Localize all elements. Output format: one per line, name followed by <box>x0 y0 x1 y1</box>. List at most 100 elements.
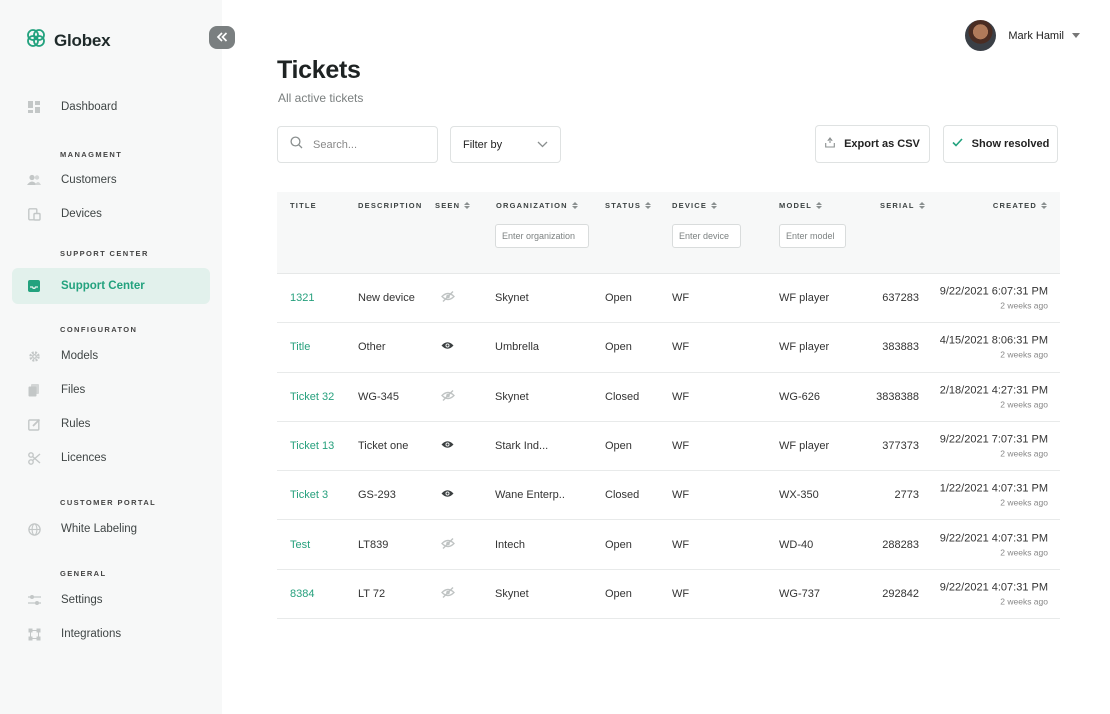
table-row[interactable]: 8384 LT 72 Skynet Open WF WG-737 292842 9/22/20… <box>277 570 1060 620</box>
integrations-icon <box>27 627 41 641</box>
eye-off-icon[interactable] <box>441 389 455 404</box>
ticket-status: Closed <box>605 390 640 403</box>
sidebar-item-label: Rules <box>61 418 91 430</box>
user-menu[interactable]: Mark Hamil <box>965 20 1080 51</box>
eye-off-icon[interactable] <box>441 537 455 552</box>
search-box[interactable] <box>277 126 438 163</box>
ticket-model: WF player <box>779 440 830 453</box>
sidebar-item-support-center[interactable]: Support Center <box>12 268 210 304</box>
ticket-status: Open <box>605 440 632 453</box>
sidebar-item-devices[interactable]: Devices <box>12 197 210 231</box>
column-header-device[interactable]: DEVICE <box>672 201 718 210</box>
brand[interactable]: Globex <box>26 28 111 53</box>
eye-off-icon[interactable] <box>441 291 455 306</box>
ticket-serial: 383883 <box>882 341 919 354</box>
ticket-title-link[interactable]: Title <box>290 341 310 353</box>
ticket-title-link[interactable]: 1321 <box>290 292 314 304</box>
search-icon <box>290 135 303 154</box>
files-icon <box>27 383 41 397</box>
table-header: TITLE DESCRIPTION SEEN ORGANIZATION STAT… <box>277 192 1060 274</box>
column-header-description[interactable]: DESCRIPTION <box>358 201 422 210</box>
collapse-sidebar-button[interactable] <box>209 26 235 49</box>
search-input[interactable] <box>313 138 423 151</box>
ticket-created: 1/22/2021 4:07:31 PM 2 weeks ago <box>940 483 1048 508</box>
sidebar-item-label: Dashboard <box>61 101 118 113</box>
sidebar-item-integrations[interactable]: Integrations <box>12 617 210 651</box>
column-header-organization[interactable]: ORGANIZATION <box>496 201 578 210</box>
ticket-description: GS-293 <box>358 489 396 502</box>
ticket-serial: 288283 <box>882 538 919 551</box>
sidebar-item-label: Customers <box>61 174 117 186</box>
sort-icon <box>918 202 925 209</box>
ticket-status: Open <box>605 538 632 551</box>
ticket-title-link[interactable]: Ticket 3 <box>290 489 328 501</box>
page-title: Tickets <box>277 56 361 84</box>
ticket-model: WG-737 <box>779 587 820 600</box>
ticket-organization: Skynet <box>495 587 529 600</box>
sidebar-item-rules[interactable]: Rules <box>12 407 210 441</box>
device-filter-input[interactable] <box>672 224 741 248</box>
table-row[interactable]: Ticket 13 Ticket one Stark Ind... Open WF WF … <box>277 422 1060 472</box>
column-header-status[interactable]: STATUS <box>605 201 652 210</box>
created-date: 2/18/2021 4:27:31 PM <box>939 384 1048 397</box>
sidebar-item-label: Integrations <box>61 628 122 640</box>
ticket-description: Other <box>358 341 386 354</box>
show-resolved-label: Show resolved <box>971 138 1050 150</box>
sidebar-item-files[interactable]: Files <box>12 373 210 407</box>
ticket-device: WF <box>672 292 690 305</box>
column-header-seen[interactable]: SEEN <box>435 201 471 210</box>
sidebar-item-label: Devices <box>61 208 102 220</box>
table-row[interactable]: 1321 New device Skynet Open WF WF player 63728… <box>277 274 1060 324</box>
download-icon <box>825 137 835 151</box>
ticket-created: 4/15/2021 8:06:31 PM 2 weeks ago <box>940 335 1048 360</box>
ticket-device: WF <box>672 538 690 551</box>
table-row[interactable]: Ticket 32 WG-345 Skynet Closed WF WG-626 38383… <box>277 373 1060 422</box>
sidebar-item-models[interactable]: Models <box>12 339 210 373</box>
ticket-serial: 292842 <box>882 587 919 600</box>
eye-icon[interactable] <box>441 489 454 501</box>
eye-off-icon[interactable] <box>441 586 455 601</box>
filter-dropdown[interactable]: Filter by <box>450 126 561 163</box>
column-header-title[interactable]: TITLE <box>290 201 317 210</box>
export-csv-button[interactable]: Export as CSV <box>815 125 930 163</box>
edit-icon <box>27 417 41 431</box>
sort-icon <box>816 202 823 209</box>
ticket-device: WF <box>672 587 690 600</box>
ticket-organization: Skynet <box>495 390 529 403</box>
table-row[interactable]: Ticket 3 GS-293 Wane Enterp.. Closed WF WX-35… <box>277 471 1060 521</box>
table-row[interactable]: Test LT839 Intech Open WF WD-40 288283 9/22/202… <box>277 520 1060 570</box>
column-header-created[interactable]: CREATED <box>993 201 1047 210</box>
created-date: 9/22/2021 4:07:31 PM <box>939 581 1048 594</box>
sidebar-item-settings[interactable]: Settings <box>12 583 210 617</box>
created-date: 9/22/2021 4:07:31 PM <box>939 532 1048 545</box>
sidebar-item-dashboard[interactable]: Dashboard <box>12 90 210 124</box>
ticket-title-link[interactable]: Ticket 32 <box>290 391 334 403</box>
eye-icon[interactable] <box>441 341 454 353</box>
model-filter-input[interactable] <box>779 224 846 248</box>
organization-filter-input[interactable] <box>495 224 589 248</box>
sidebar-item-label: Files <box>61 384 86 396</box>
gear-icon <box>27 349 41 363</box>
created-date: 9/22/2021 7:07:31 PM <box>939 433 1048 446</box>
ticket-title-link[interactable]: Ticket 13 <box>290 440 334 452</box>
ticket-organization: Intech <box>495 538 525 551</box>
ticket-status: Open <box>605 341 632 354</box>
ticket-model: WD-40 <box>779 538 814 551</box>
sidebar-item-licences[interactable]: Licences <box>12 441 210 475</box>
ticket-description: WG-345 <box>358 390 399 403</box>
sort-icon <box>571 202 578 209</box>
ticket-title-link[interactable]: Test <box>290 539 310 551</box>
sidebar-item-customers[interactable]: Customers <box>12 163 210 197</box>
sidebar-item-label: Models <box>61 350 99 362</box>
double-chevron-left-icon <box>216 29 228 47</box>
table-row[interactable]: Title Other Umbrella Open WF WF player 383883 4… <box>277 323 1060 373</box>
column-header-model[interactable]: MODEL <box>779 201 823 210</box>
eye-icon[interactable] <box>441 440 454 452</box>
ticket-organization: Skynet <box>495 292 529 305</box>
show-resolved-button[interactable]: Show resolved <box>943 125 1058 163</box>
ticket-status: Open <box>605 587 632 600</box>
ticket-model: WF player <box>779 292 830 305</box>
sidebar-item-white-labeling[interactable]: White Labeling <box>12 512 210 546</box>
ticket-title-link[interactable]: 8384 <box>290 588 314 600</box>
column-header-serial[interactable]: SERIAL <box>880 201 925 210</box>
